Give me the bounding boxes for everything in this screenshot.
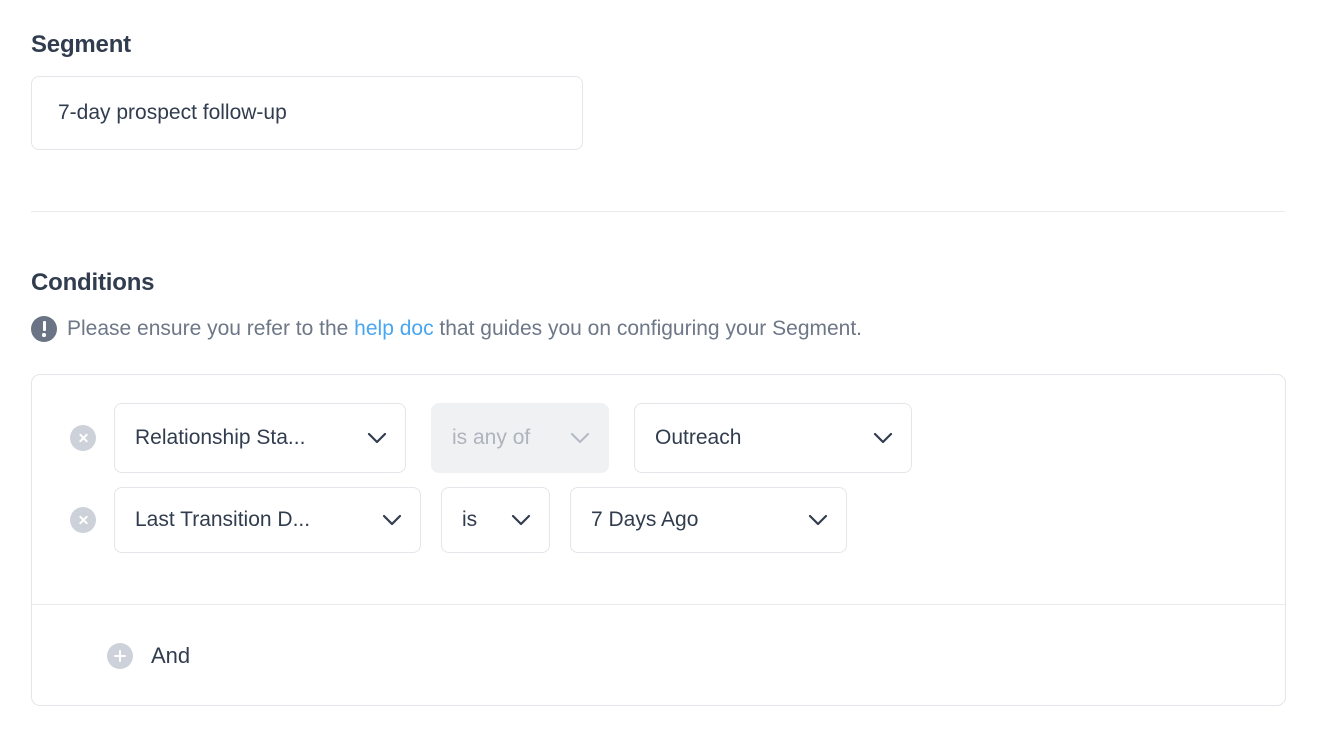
condition-row: Last Transition D... is 7 Days Ago — [32, 487, 1285, 553]
chevron-down-icon — [367, 432, 387, 444]
conditions-help-row: Please ensure you refer to the help doc … — [31, 314, 1286, 344]
condition-operator-dropdown: is any of — [431, 403, 609, 473]
exclamation-circle-icon — [31, 316, 57, 342]
segment-section: Segment — [31, 30, 1285, 150]
chevron-down-icon — [873, 432, 893, 444]
condition-field-label: Last Transition D... — [135, 508, 311, 531]
help-doc-link[interactable]: help doc — [354, 317, 433, 340]
section-divider — [31, 211, 1285, 212]
add-condition-row[interactable]: And — [32, 605, 190, 706]
segment-editor-page: Segment Conditions Please ensure you ref… — [0, 0, 1332, 756]
chevron-down-icon — [570, 432, 590, 444]
condition-value-label: Outreach — [655, 426, 742, 449]
condition-field-label: Relationship Sta... — [135, 426, 306, 449]
condition-operator-dropdown[interactable]: is — [441, 487, 550, 553]
chevron-down-icon — [808, 514, 828, 526]
panel-divider — [32, 604, 1285, 605]
conditions-section: Conditions Please ensure you refer to th… — [31, 268, 1286, 344]
condition-field-dropdown[interactable]: Relationship Sta... — [114, 403, 406, 473]
conditions-list: Relationship Sta... is any of Outreach L… — [32, 375, 1285, 553]
conditions-help-text: Please ensure you refer to the help doc … — [67, 314, 862, 344]
condition-row: Relationship Sta... is any of Outreach — [32, 403, 1285, 473]
condition-value-dropdown[interactable]: 7 Days Ago — [570, 487, 847, 553]
plus-circle-icon[interactable] — [107, 642, 133, 669]
segment-name-input[interactable] — [31, 76, 583, 150]
condition-operator-label: is — [462, 508, 478, 531]
remove-condition-button[interactable] — [70, 425, 96, 451]
condition-operator-label: is any of — [452, 426, 531, 449]
conditions-title: Conditions — [31, 269, 155, 296]
condition-value-dropdown[interactable]: Outreach — [634, 403, 912, 473]
chevron-down-icon — [382, 514, 402, 526]
condition-field-dropdown[interactable]: Last Transition D... — [114, 487, 421, 553]
conditions-panel: Relationship Sta... is any of Outreach L… — [31, 374, 1286, 706]
chevron-down-icon — [511, 514, 531, 526]
add-condition-label: And — [151, 642, 191, 668]
remove-condition-button[interactable] — [70, 507, 96, 533]
segment-title: Segment — [31, 31, 131, 58]
help-text-suffix: that guides you on configuring your Segm… — [433, 317, 863, 340]
help-text-prefix: Please ensure you refer to the — [67, 317, 355, 340]
condition-value-label: 7 Days Ago — [591, 508, 699, 531]
